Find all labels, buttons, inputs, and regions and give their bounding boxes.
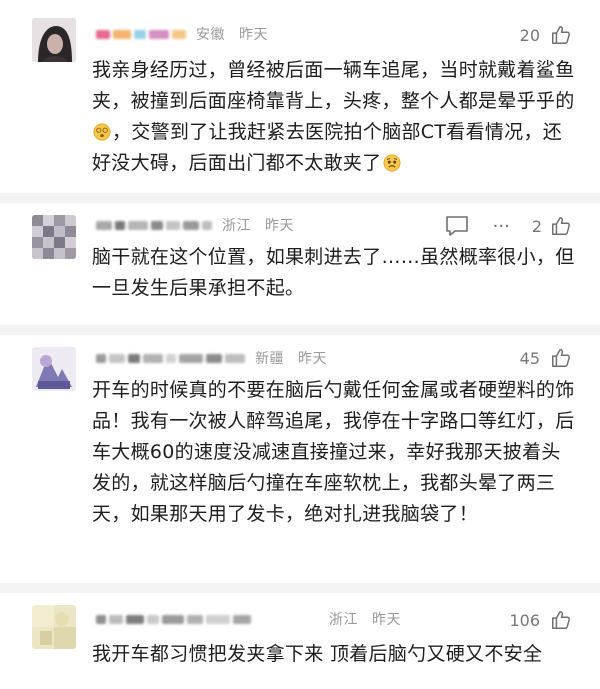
avatar[interactable] [32,18,76,62]
timestamp: 昨天 [239,27,268,43]
avatar[interactable] [32,215,76,259]
region-label: 浙江 [329,612,358,628]
dizzy-face-emoji [93,123,111,141]
username-blurred[interactable] [96,26,186,42]
timestamp: 昨天 [265,218,294,234]
avatar[interactable] [32,605,76,649]
region-label: 新疆 [255,351,284,367]
comment-actions: 45 [520,344,572,372]
comment-header: 浙江 昨天 [96,607,401,631]
comment-item: 浙江 昨天 106 我开车都习惯把发夹拿下来 顶着后脑勺又硬又不安全 [0,593,600,689]
username-blurred[interactable] [96,217,212,233]
thumbs-up-icon[interactable] [550,215,572,237]
comment-header: 安徽 昨天 [96,22,268,46]
username-blurred[interactable] [96,350,245,366]
timestamp: 昨天 [298,351,327,367]
thumbs-up-icon[interactable] [550,609,572,631]
more-icon[interactable]: ··· [493,216,510,237]
comment-item: 安徽 昨天 20 我亲身经历过，曾经被后面一辆车追尾，当时就戴着鲨鱼夹，被撞到后… [0,0,600,193]
comment-header: 浙江 昨天 [96,213,294,237]
comment-actions: ··· 2 [445,212,572,240]
divider [0,325,600,335]
comment-item: 浙江 昨天 ··· 2 脑干就在这个位置，如果刺进去了……虽然概率很小，但一旦发… [0,203,600,325]
comment-text: 脑干就在这个位置，如果刺进去了……虽然概率很小，但一旦发生后果承担不起。 [92,246,575,299]
username-blurred[interactable] [96,611,251,627]
comment-item: 新疆 昨天 45 开车的时候真的不要在脑后勺戴任何金属或者硬塑料的饰品！我有一次… [0,335,600,583]
comment-header: 新疆 昨天 [96,346,327,370]
like-count: 20 [519,25,540,45]
comment-text: 我亲身经历过，曾经被后面一辆车追尾，当时就戴着鲨鱼夹，被撞到后面座椅靠背上，头疼… [92,59,575,174]
thumbs-up-icon[interactable] [550,347,572,369]
comment-text: 开车的时候真的不要在脑后勺戴任何金属或者硬塑料的饰品！我有一次被人醉驾追尾，我停… [92,379,575,525]
comment-actions: 20 [520,21,572,49]
avatar[interactable] [32,347,76,391]
comment-text: 我开车都习惯把发夹拿下来 顶着后脑勺又硬又不安全 [92,643,543,665]
like-count: 106 [509,610,540,630]
timestamp: 昨天 [372,612,401,628]
thumbs-up-icon[interactable] [550,24,572,46]
divider [0,193,600,203]
divider [0,583,600,593]
region-label: 安徽 [196,27,225,43]
like-count: 2 [531,216,542,236]
worried-face-emoji [383,154,400,172]
region-label: 浙江 [222,218,251,234]
comment-icon[interactable] [445,215,469,237]
like-count: 45 [519,348,540,368]
comment-actions: 106 [509,606,572,634]
